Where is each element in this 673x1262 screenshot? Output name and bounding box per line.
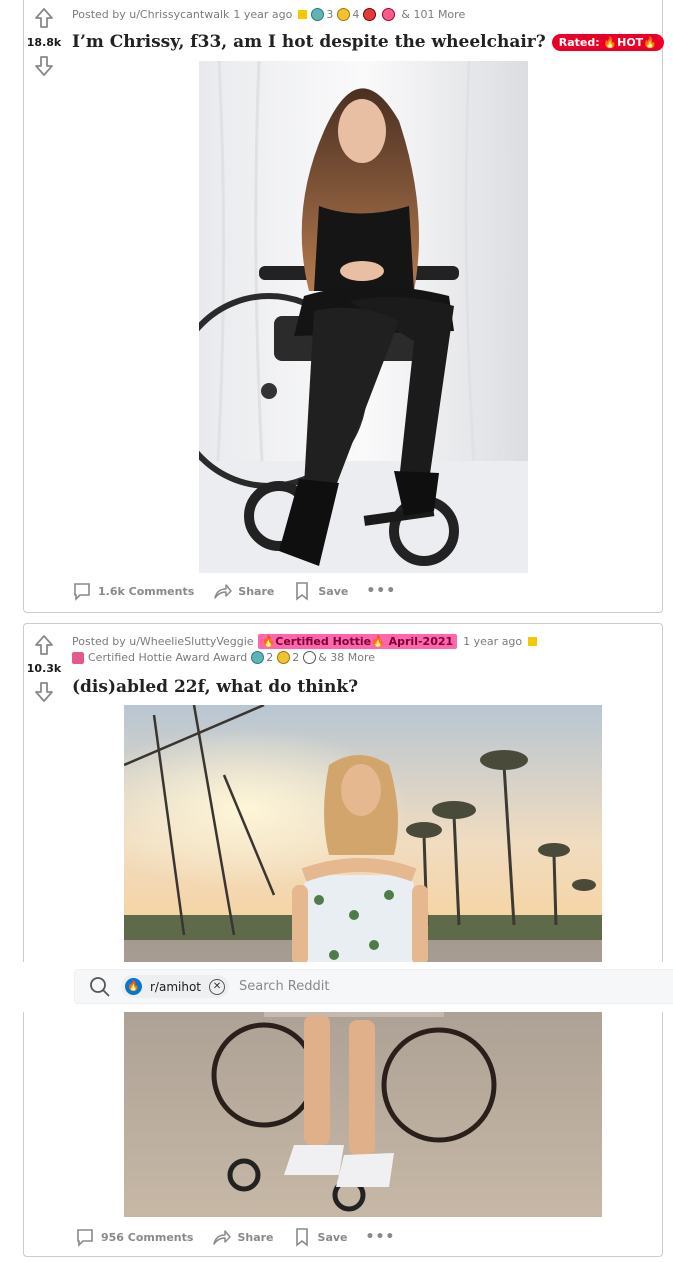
post-time[interactable]: 1 year ago bbox=[233, 8, 292, 21]
certified-hottie-award-icon bbox=[72, 651, 84, 664]
post-actions: 956 Comments Share Save ••• bbox=[75, 1227, 395, 1247]
more-awards[interactable]: & 38 More bbox=[318, 651, 375, 664]
award-item[interactable] bbox=[382, 8, 397, 21]
platinum-award-icon bbox=[251, 651, 265, 664]
search-bar[interactable]: 🔥 r/amihot ✕ bbox=[74, 969, 673, 1004]
post-title-text[interactable]: I’m Chrissy, f33, am I hot despite the w… bbox=[72, 32, 546, 52]
comments-label: 956 Comments bbox=[101, 1230, 194, 1244]
award-line: Certified Hottie Award Award 2 2 & 38 Mo… bbox=[72, 651, 375, 664]
comments-button[interactable]: 956 Comments bbox=[75, 1227, 193, 1247]
user-flair[interactable]: 🔥Certified Hottie🔥 April-2021 bbox=[257, 634, 458, 649]
downvote-icon[interactable] bbox=[34, 681, 54, 703]
downvote-icon[interactable] bbox=[34, 55, 54, 77]
share-icon bbox=[214, 584, 233, 599]
post-actions: 1.6k Comments Share Save ••• bbox=[72, 581, 396, 601]
vote-column: 18.8k bbox=[24, 0, 64, 612]
gold-award-icon bbox=[528, 637, 538, 646]
wholesome-award-icon bbox=[303, 651, 317, 664]
post-title-text[interactable]: (dis)abled 22f, what do think? bbox=[72, 677, 358, 697]
subreddit-filter-chip[interactable]: 🔥 r/amihot ✕ bbox=[121, 975, 230, 998]
share-label: Share bbox=[237, 1230, 274, 1244]
platinum-award-icon bbox=[311, 8, 325, 21]
search-icon bbox=[90, 976, 110, 997]
more-options-icon[interactable]: ••• bbox=[366, 583, 396, 599]
vote-column: 10.3k bbox=[24, 624, 64, 1256]
comment-icon bbox=[77, 1229, 93, 1247]
bookmark-icon bbox=[295, 1228, 308, 1247]
bookmark-icon bbox=[296, 582, 309, 601]
share-button[interactable]: Share bbox=[211, 1227, 274, 1247]
crown-award-icon bbox=[277, 651, 291, 664]
vote-score: 10.3k bbox=[26, 662, 62, 675]
comment-icon bbox=[74, 583, 90, 601]
award-name[interactable]: Certified Hottie Award Award bbox=[88, 651, 247, 664]
award-item[interactable]: 4 bbox=[337, 8, 359, 21]
more-options-icon[interactable]: ••• bbox=[366, 1229, 396, 1245]
award-item[interactable]: 2 bbox=[277, 651, 299, 664]
crown-award-icon bbox=[337, 8, 351, 21]
share-label: Share bbox=[238, 584, 275, 598]
comments-button[interactable]: 1.6k Comments bbox=[72, 581, 194, 601]
save-button[interactable]: Save bbox=[292, 1227, 348, 1247]
posted-by[interactable]: Posted by u/WheelieSluttyVeggie bbox=[72, 635, 254, 648]
post-meta: Posted by u/WheelieSluttyVeggie 🔥Certifi… bbox=[72, 634, 538, 649]
post-flair[interactable]: Rated: 🔥HOT🔥 bbox=[551, 33, 664, 51]
award-item[interactable] bbox=[363, 8, 378, 21]
upvote-icon[interactable] bbox=[34, 634, 54, 656]
share-icon bbox=[213, 1230, 232, 1245]
save-label: Save bbox=[318, 584, 349, 598]
subreddit-chip-label: r/amihot bbox=[150, 979, 202, 994]
feed-page: 18.8k Posted by u/Chrissycantwalk 1 year… bbox=[0, 0, 673, 1262]
post-image[interactable] bbox=[199, 61, 528, 573]
post-card[interactable]: 10.3k Posted by u/WheelieSluttyVeggie 🔥C… bbox=[23, 623, 663, 1257]
search-input[interactable] bbox=[239, 979, 540, 994]
award-item[interactable] bbox=[303, 651, 318, 664]
heart-eyes-award-icon bbox=[363, 8, 377, 21]
comments-label: 1.6k Comments bbox=[98, 584, 195, 598]
post-card[interactable]: 18.8k Posted by u/Chrissycantwalk 1 year… bbox=[23, 0, 664, 613]
heart-award-icon bbox=[382, 8, 396, 21]
award-item[interactable]: 3 bbox=[311, 8, 333, 21]
post-image-graphic bbox=[199, 61, 528, 573]
post-time[interactable]: 1 year ago bbox=[463, 635, 522, 648]
gold-award-icon bbox=[298, 10, 308, 19]
save-label: Save bbox=[317, 1230, 348, 1244]
upvote-icon[interactable] bbox=[34, 7, 54, 29]
post-image-graphic bbox=[124, 705, 602, 1217]
post-meta: Posted by u/Chrissycantwalk 1 year ago 3… bbox=[72, 8, 465, 21]
share-button[interactable]: Share bbox=[212, 581, 274, 601]
award-item[interactable]: 2 bbox=[251, 651, 273, 664]
post-title[interactable]: I’m Chrissy, f33, am I hot despite the w… bbox=[72, 32, 664, 52]
posted-by[interactable]: Posted by u/Chrissycantwalk bbox=[72, 8, 229, 21]
subreddit-icon: 🔥 bbox=[125, 978, 142, 995]
more-awards[interactable]: & 101 More bbox=[401, 8, 465, 21]
vote-score: 18.8k bbox=[26, 36, 62, 49]
save-button[interactable]: Save bbox=[292, 581, 348, 601]
post-image[interactable] bbox=[124, 705, 602, 1217]
clear-chip-icon[interactable]: ✕ bbox=[209, 978, 226, 995]
post-title[interactable]: (dis)abled 22f, what do think? bbox=[72, 677, 358, 697]
